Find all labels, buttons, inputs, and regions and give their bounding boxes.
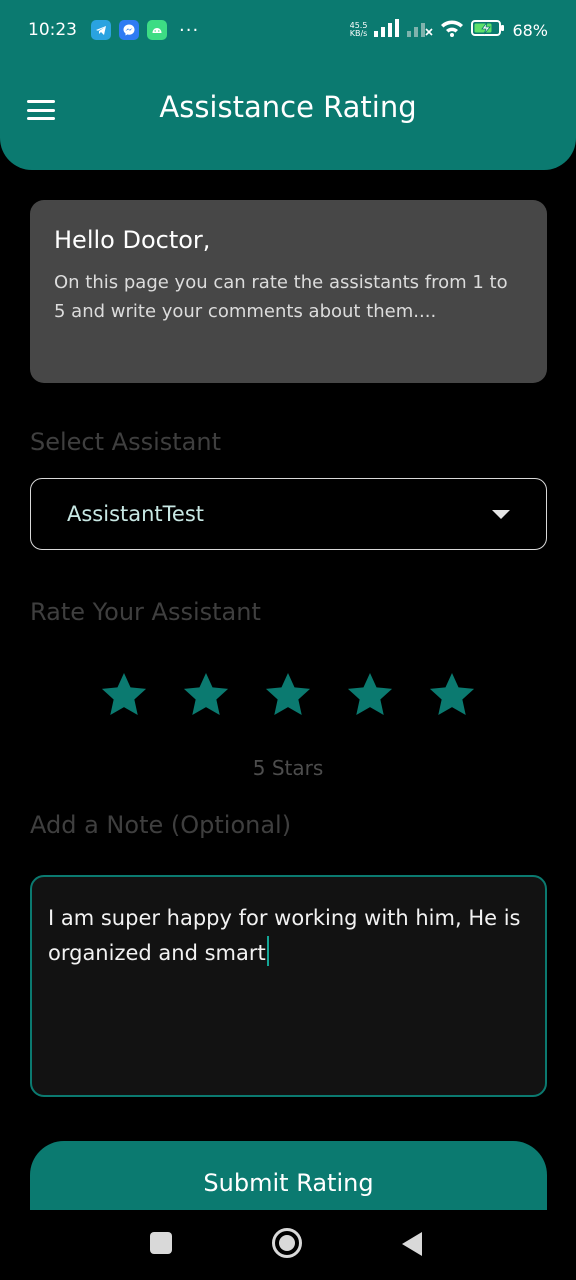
network-speed: 45.5 KB/s (350, 22, 368, 38)
add-note-label: Add a Note (Optional) (30, 811, 292, 839)
star-1-icon[interactable] (97, 668, 151, 722)
back-icon[interactable] (402, 1232, 422, 1256)
page-title: Assistance Rating (159, 90, 417, 124)
status-time: 10:23 (28, 20, 77, 40)
chevron-down-icon (492, 509, 510, 519)
more-notifications-icon: ··· (179, 19, 200, 41)
select-assistant-label: Select Assistant (30, 428, 222, 456)
star-rating (0, 668, 576, 724)
messenger-icon (119, 20, 139, 40)
star-2-icon[interactable] (179, 668, 233, 722)
home-icon[interactable] (272, 1228, 302, 1258)
battery-charging-icon (471, 19, 505, 42)
battery-percentage: 68% (512, 20, 548, 40)
app-header: 10:23 ··· 45.5 KB/s 68% Assistance Ratin… (0, 0, 576, 170)
wifi-icon (440, 19, 464, 42)
status-bar: 10:23 ··· 45.5 KB/s 68% (0, 0, 576, 60)
note-textarea[interactable]: I am super happy for working with him, H… (30, 875, 547, 1097)
assistant-dropdown[interactable]: AssistantTest (30, 478, 547, 550)
assistant-dropdown-value: AssistantTest (67, 502, 205, 526)
note-text: I am super happy for working with him, H… (48, 906, 521, 965)
toolbar: Assistance Rating (0, 70, 576, 150)
star-4-icon[interactable] (343, 668, 397, 722)
intro-card: Hello Doctor, On this page you can rate … (30, 200, 547, 383)
rate-assistant-label: Rate Your Assistant (30, 598, 261, 626)
star-5-icon[interactable] (425, 668, 479, 722)
signal-2-icon (407, 19, 434, 42)
intro-text: On this page you can rate the assistants… (54, 272, 508, 322)
intro-title: Hello Doctor, (54, 226, 211, 254)
network-speed-unit: KB/s (349, 29, 368, 38)
signal-icon (374, 18, 400, 42)
system-nav-bar (0, 1210, 576, 1280)
star-3-icon[interactable] (261, 668, 315, 722)
telegram-icon (91, 20, 111, 40)
recent-apps-icon[interactable] (150, 1232, 172, 1254)
text-cursor (266, 936, 269, 966)
android-icon (147, 20, 167, 40)
stars-count-text: 5 Stars (252, 756, 324, 780)
